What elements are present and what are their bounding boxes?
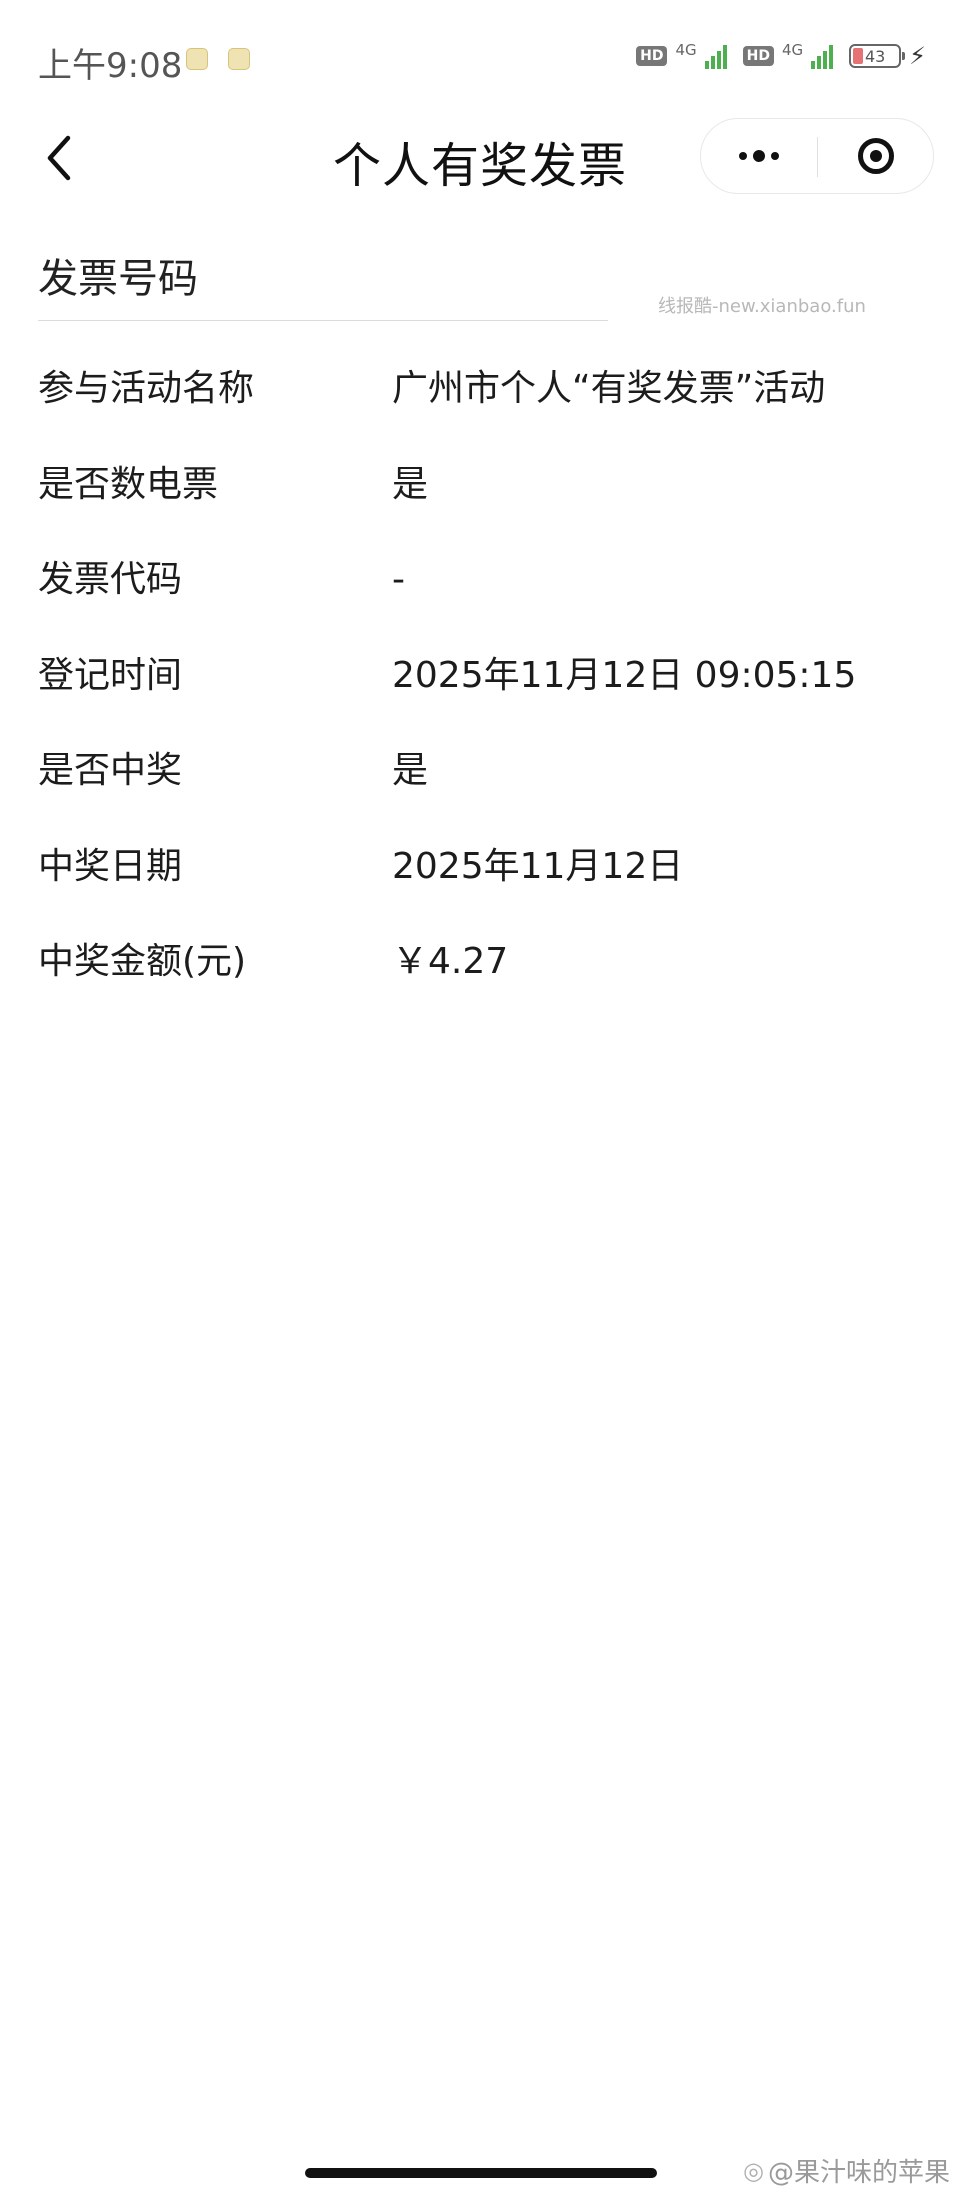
- close-mini-program-button[interactable]: [818, 119, 934, 193]
- signal-strength-icon-2: [811, 43, 834, 69]
- battery-level: 43: [864, 46, 886, 66]
- detail-value: -: [392, 559, 405, 600]
- more-dot-icon: [739, 152, 747, 160]
- detail-value: 是: [392, 463, 429, 505]
- watermark-text: 线报酷-new.xianbao.fun: [658, 296, 866, 317]
- weibo-username: @果汁味的苹果: [767, 2158, 950, 2188]
- detail-label: 参与活动名称: [38, 368, 255, 409]
- status-indicators: HD 4G HD 4G 43 ⚡: [636, 41, 926, 70]
- network-type-label: 4G: [675, 41, 697, 59]
- weibo-icon: ◎: [743, 2156, 764, 2185]
- detail-label: 中奖日期: [38, 845, 183, 887]
- notification-app-icon: [186, 48, 208, 70]
- detail-value: ￥4.27: [392, 941, 509, 982]
- invoice-divider: [38, 320, 608, 321]
- detail-label: 是否中奖: [38, 750, 183, 791]
- target-icon: [858, 138, 894, 174]
- network-type-label-2: 4G: [781, 41, 804, 59]
- detail-row-is-digital: 是否数电票 是: [38, 456, 938, 552]
- status-time: 上午9:08: [38, 46, 183, 86]
- invoice-number-label: 发票号码: [38, 256, 198, 302]
- detail-row-activity: 参与活动名称 广州市个人“有奖发票”活动: [38, 360, 938, 456]
- notification-app-icon-2: [228, 48, 250, 70]
- detail-value: 2025年11月12日 09:05:15: [392, 654, 857, 696]
- weibo-credit: ◎ @果汁味的苹果: [743, 2152, 950, 2189]
- detail-value: 是: [392, 750, 429, 791]
- battery-icon: 43: [849, 44, 906, 68]
- hd-badge-2: HD: [742, 46, 774, 66]
- detail-row-is-winner: 是否中奖 是: [38, 742, 938, 838]
- home-indicator[interactable]: [305, 2168, 657, 2178]
- detail-row-win-date: 中奖日期 2025年11月12日: [38, 838, 938, 934]
- charging-icon: ⚡: [909, 42, 926, 70]
- detail-label: 中奖金额(元): [38, 941, 247, 982]
- detail-label: 登记时间: [38, 654, 183, 696]
- status-app-icons: [186, 48, 250, 70]
- invoice-detail-list: 参与活动名称 广州市个人“有奖发票”活动 是否数电票 是 发票代码 - 登记时间…: [38, 360, 938, 1029]
- mini-program-capsule: [700, 118, 934, 194]
- detail-row-invoice-code: 发票代码 -: [38, 551, 938, 647]
- detail-row-prize-amount: 中奖金额(元) ￥4.27: [38, 933, 938, 1029]
- detail-label: 是否数电票: [38, 463, 219, 505]
- status-bar: 上午9:08 HD 4G HD 4G 43 ⚡: [0, 0, 960, 120]
- detail-label: 发票代码: [38, 559, 183, 600]
- hd-badge: HD: [636, 46, 668, 66]
- more-options-button[interactable]: [701, 119, 817, 193]
- more-dot-icon: [753, 150, 765, 162]
- detail-value: 广州市个人“有奖发票”活动: [392, 368, 826, 409]
- detail-row-register-time: 登记时间 2025年11月12日 09:05:15: [38, 647, 938, 743]
- more-dot-icon: [771, 152, 779, 160]
- detail-value: 2025年11月12日: [392, 845, 684, 887]
- signal-strength-icon: [704, 43, 727, 69]
